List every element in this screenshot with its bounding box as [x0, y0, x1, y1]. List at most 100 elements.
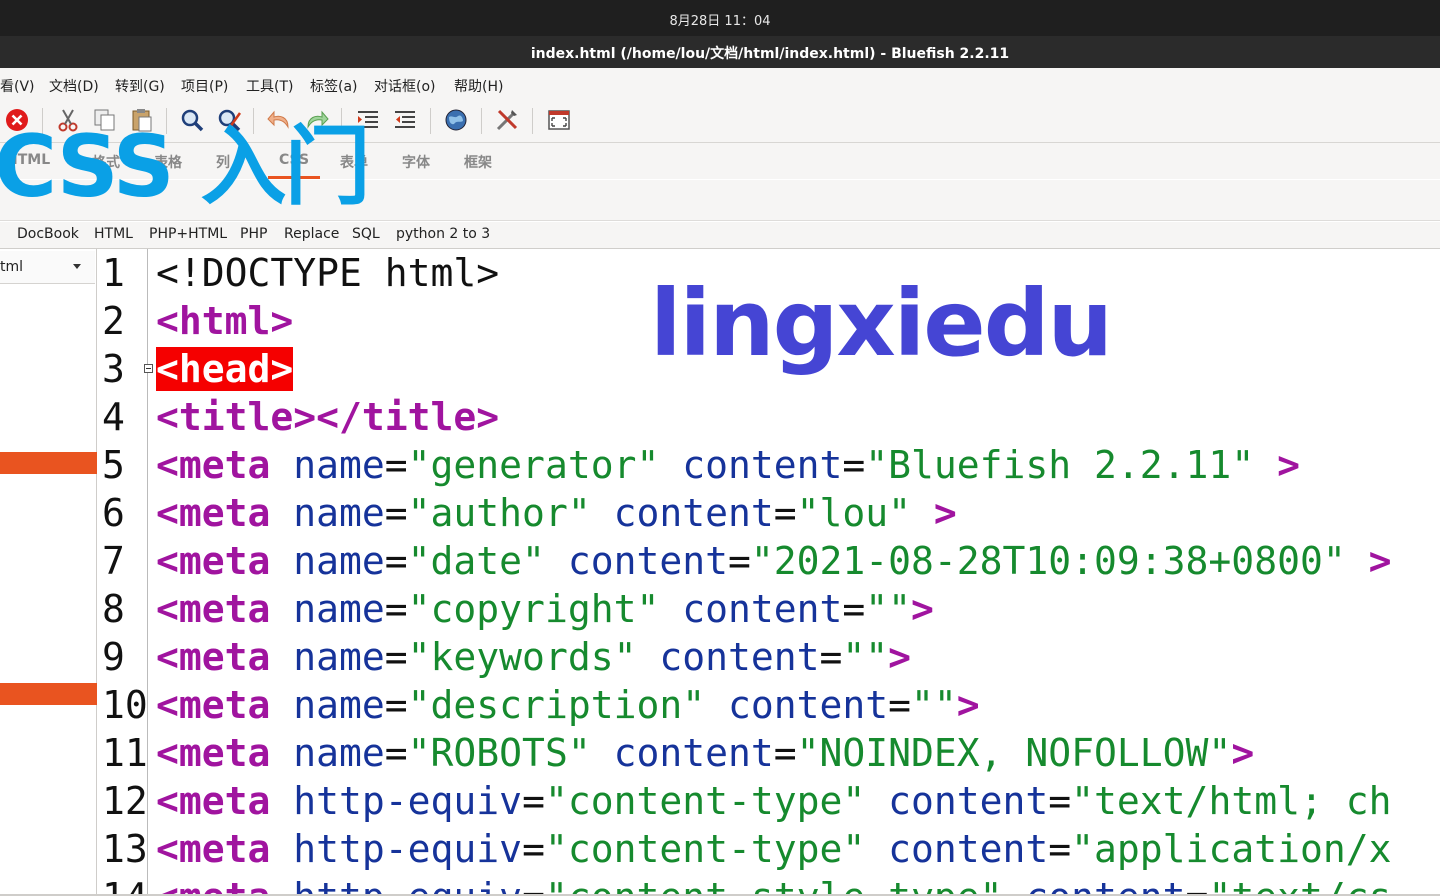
- code-token: content: [659, 443, 843, 487]
- preview-icon[interactable]: [443, 107, 469, 133]
- snippet-sql[interactable]: SQL: [352, 226, 380, 242]
- side-panel-filter-select[interactable]: tml: [0, 251, 95, 284]
- code-token: "2021-08-28T10:09:38+0800": [750, 539, 1346, 583]
- side-panel-filter-value: tml: [0, 259, 24, 275]
- snippet-docbook[interactable]: DocBook: [17, 226, 79, 242]
- code-token: "": [865, 587, 912, 631]
- code-token: http-equiv: [270, 779, 523, 823]
- snippet-replace[interactable]: Replace: [284, 226, 339, 242]
- code-token: content: [865, 779, 1049, 823]
- code-token: "NOINDEX, NOFOLLOW": [796, 731, 1232, 775]
- line-number: 2: [102, 299, 125, 343]
- menu-document[interactable]: 文档(D): [49, 76, 99, 96]
- menu-project[interactable]: 项目(P): [181, 76, 228, 96]
- toolbar-separator: [532, 108, 533, 134]
- code-token: "generator": [407, 443, 660, 487]
- code-token: name: [270, 491, 385, 535]
- code-token: "Bluefish 2.2.11": [865, 443, 1255, 487]
- code-token: "": [911, 683, 957, 727]
- code-line[interactable]: <meta name="copyright" content="">: [156, 585, 934, 633]
- code-line[interactable]: <meta http-equiv="content-type" content=…: [156, 777, 1391, 825]
- menu-tags[interactable]: 标签(a): [310, 76, 358, 96]
- line-number: 9: [102, 635, 125, 679]
- code-line[interactable]: <head>: [156, 345, 294, 393]
- window-title: index.html (/home/lou/文档/html/index.html…: [530, 46, 1010, 62]
- code-token: >: [1345, 539, 1392, 583]
- code-token: content: [659, 587, 843, 631]
- snippet-php-html[interactable]: PHP+HTML: [149, 226, 227, 242]
- toolbar-separator: [430, 108, 431, 134]
- line-number: 4: [102, 395, 125, 439]
- code-line[interactable]: <!DOCTYPE html>: [156, 249, 499, 297]
- code-token: =: [1048, 779, 1072, 823]
- code-token: =: [384, 731, 408, 775]
- line-number: 14: [102, 873, 148, 896]
- code-token: >: [888, 635, 912, 679]
- code-token: "": [842, 635, 889, 679]
- code-token: =: [522, 875, 545, 896]
- window-title-bar: index.html (/home/lou/文档/html/index.html…: [0, 36, 1440, 68]
- code-token: content: [590, 731, 774, 775]
- toolbar-separator: [481, 108, 482, 134]
- menu-view[interactable]: 看(V): [0, 76, 35, 96]
- code-token: name: [270, 731, 385, 775]
- code-token: content: [1003, 875, 1185, 896]
- code-token: name: [270, 587, 385, 631]
- code-line[interactable]: <meta name="keywords" content="">: [156, 633, 911, 681]
- code-token: <meta: [156, 443, 271, 487]
- code-token: >: [956, 683, 980, 727]
- line-number: 8: [102, 587, 125, 631]
- code-line[interactable]: <meta http-equiv="content-type" content=…: [156, 825, 1391, 873]
- code-token: =: [1186, 875, 1209, 896]
- fullscreen-icon[interactable]: [546, 107, 572, 133]
- code-token: name: [270, 635, 385, 679]
- unindent-icon[interactable]: [392, 107, 418, 133]
- snippet-php[interactable]: PHP: [240, 226, 267, 242]
- code-token: "author": [407, 491, 591, 535]
- line-number: 7: [102, 539, 125, 583]
- code-token: "text/html; ch: [1071, 779, 1392, 823]
- code-token: <meta: [156, 827, 271, 871]
- code-line[interactable]: <meta name="generator" content="Bluefish…: [156, 441, 1300, 489]
- code-token: <meta: [156, 539, 271, 583]
- menu-help[interactable]: 帮助(H): [454, 76, 503, 96]
- menu-dialogs[interactable]: 对话框(o): [374, 76, 436, 96]
- code-line[interactable]: <meta http-equiv="content-style-type" co…: [156, 873, 1391, 896]
- line-number: 5: [102, 443, 125, 487]
- code-token: =: [384, 443, 408, 487]
- preferences-icon[interactable]: [494, 107, 520, 133]
- system-clock[interactable]: 8月28日 11：04: [0, 10, 1440, 29]
- code-line[interactable]: <title></title>: [156, 393, 499, 441]
- code-token: =: [384, 587, 408, 631]
- code-token: "text/cs: [1208, 875, 1391, 896]
- line-number: 13: [102, 827, 148, 871]
- code-token: "lou": [796, 491, 912, 535]
- code-token: "application/x: [1071, 827, 1392, 871]
- chevron-down-icon: [73, 264, 81, 269]
- menu-tools[interactable]: 工具(T): [246, 76, 293, 96]
- code-line[interactable]: <html>: [156, 297, 293, 345]
- code-token: <title></title>: [156, 395, 500, 439]
- side-panel: [0, 249, 97, 896]
- code-token: =: [1048, 827, 1072, 871]
- line-number: 10: [102, 683, 148, 727]
- code-token: name: [270, 443, 385, 487]
- snippet-python-2-to-3[interactable]: python 2 to 3: [396, 226, 490, 242]
- menu-bar: 看(V) 文档(D) 转到(G) 项目(P) 工具(T) 标签(a) 对话框(o…: [0, 68, 1440, 101]
- tab-fonts[interactable]: 字体: [402, 152, 430, 172]
- code-token: content: [544, 539, 728, 583]
- code-line[interactable]: <meta name="ROBOTS" content="NOINDEX, NO…: [156, 729, 1254, 777]
- code-line[interactable]: <meta name="author" content="lou" >: [156, 489, 957, 537]
- highlighted-tag: <head>: [156, 347, 294, 391]
- snippet-html[interactable]: HTML: [94, 226, 133, 242]
- tab-frames[interactable]: 框架: [464, 152, 492, 172]
- code-token: <meta: [156, 587, 271, 631]
- code-token: "copyright": [407, 587, 660, 631]
- code-line[interactable]: <meta name="date" content="2021-08-28T10…: [156, 537, 1391, 585]
- menu-goto[interactable]: 转到(G): [115, 76, 165, 96]
- code-token: "description": [407, 683, 706, 727]
- code-token: "content-type": [544, 779, 866, 823]
- code-token: >: [911, 587, 934, 631]
- line-number: 12: [102, 779, 148, 823]
- code-line[interactable]: <meta name="description" content="">: [156, 681, 980, 729]
